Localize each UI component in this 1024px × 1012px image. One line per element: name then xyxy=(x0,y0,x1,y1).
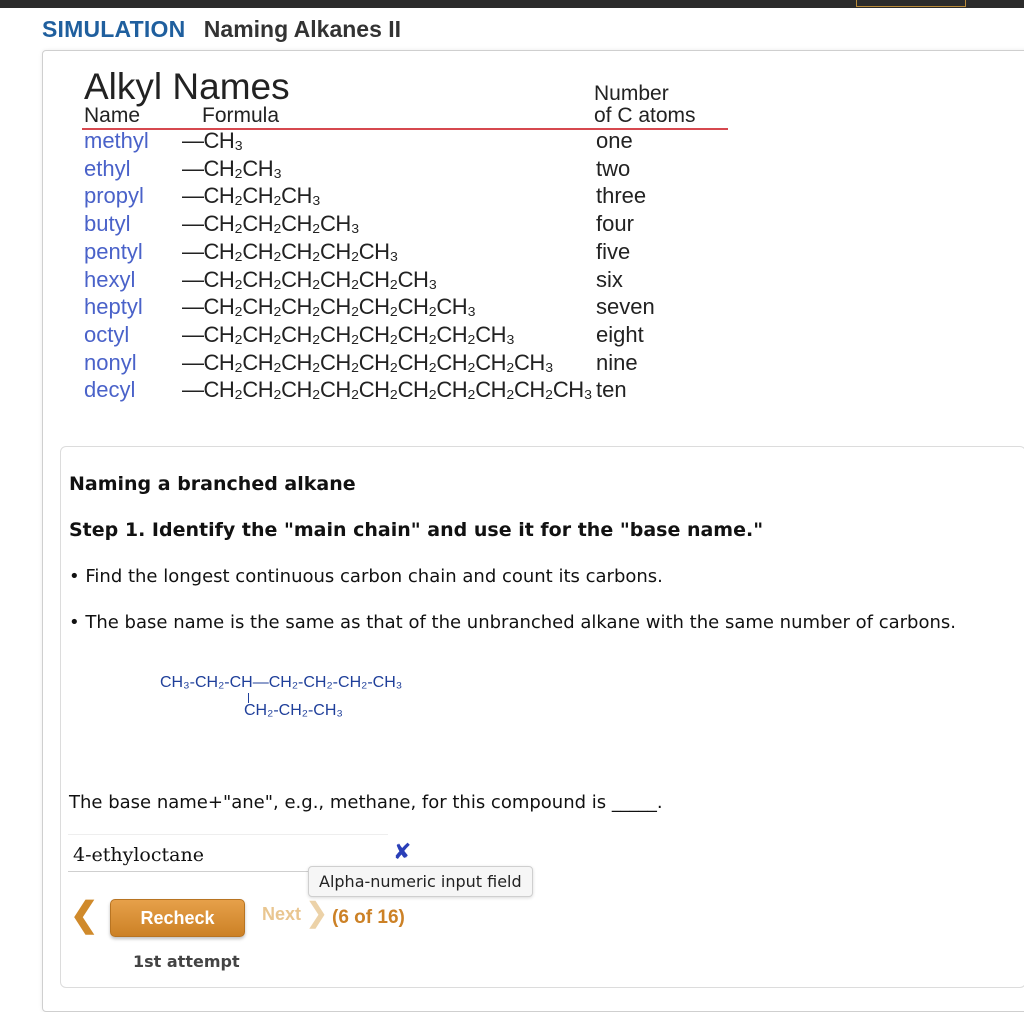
carbon-count: three xyxy=(596,183,647,209)
alkyl-table-title: Alkyl Names xyxy=(84,66,290,107)
structure-branch: CH₂-CH₂-CH₃ xyxy=(244,702,343,719)
alkyl-formula: —CH₂CH₂CH₂CH₂CH₂CH₂CH₂CH₂CH₂CH₃ xyxy=(182,377,593,403)
alkyl-names-table: Alkyl Names Name Formula Number of C ato… xyxy=(82,66,742,410)
alkyl-name: butyl xyxy=(84,211,131,237)
carbon-count: five xyxy=(596,238,631,264)
top-bar xyxy=(0,0,1024,8)
carbon-count: six xyxy=(596,266,623,292)
bullet-dot: • xyxy=(69,612,80,633)
alkyl-formula: —CH₃ xyxy=(182,128,243,153)
alkyl-name: propyl xyxy=(84,183,144,209)
alkyl-row: pentyl —CH₂CH₂CH₂CH₂CH₃ five xyxy=(82,239,742,267)
alkyl-formula: —CH₂CH₂CH₂CH₃ xyxy=(182,211,360,237)
structure-main-chain: CH₃-CH₂-CH—CH₂-CH₂-CH₂-CH₃ xyxy=(160,674,403,691)
next-chevron-icon[interactable]: ❯ xyxy=(305,896,328,929)
alkyl-formula: —CH₂CH₂CH₂CH₂CH₂CH₂CH₂CH₂CH₃ xyxy=(182,349,554,375)
alkyl-row: octyl —CH₂CH₂CH₂CH₂CH₂CH₂CH₂CH₃ eight xyxy=(82,322,742,350)
alkyl-formula: —CH₂CH₂CH₂CH₂CH₂CH₂CH₃ xyxy=(182,294,476,320)
alkyl-formula: —CH₂CH₂CH₃ xyxy=(182,183,321,209)
alkyl-formula: —CH₂CH₂CH₂CH₂CH₃ xyxy=(182,238,399,264)
bullet-2-text: The base name is the same as that of the… xyxy=(85,612,957,633)
alkyl-row: ethyl —CH₂CH₃ two xyxy=(82,156,742,184)
alkyl-formula: —CH₂CH₃ xyxy=(182,155,282,181)
next-button[interactable]: Next xyxy=(262,904,301,925)
alkyl-name: nonyl xyxy=(84,349,137,375)
carbon-count: ten xyxy=(596,377,627,403)
question-text: The base name+"ane", e.g., methane, for … xyxy=(69,792,663,813)
bullet-2: • The base name is the same as that of t… xyxy=(69,612,956,633)
incorrect-x-icon: ✘ xyxy=(393,840,412,865)
carbon-count: eight xyxy=(596,321,644,347)
alkyl-name: heptyl xyxy=(84,294,143,320)
carbon-count: two xyxy=(596,155,631,181)
alkyl-row: hexyl —CH₂CH₂CH₂CH₂CH₂CH₃ six xyxy=(82,267,742,295)
input-tooltip: Alpha-numeric input field xyxy=(308,866,533,897)
alkyl-name: methyl xyxy=(84,128,149,153)
carbon-count: one xyxy=(596,128,633,153)
carbon-count: four xyxy=(596,211,634,237)
simulation-label: SIMULATION xyxy=(42,16,186,42)
page-title: Naming Alkanes II xyxy=(203,16,402,42)
progress-count: (6 of 16) xyxy=(332,907,405,928)
carbon-count: seven xyxy=(596,294,655,320)
references-tab[interactable] xyxy=(856,0,966,7)
col-header-count-2: of C atoms xyxy=(594,104,696,127)
bullet-dot: • xyxy=(69,566,80,587)
alkyl-formula: —CH₂CH₂CH₂CH₂CH₂CH₃ xyxy=(182,266,437,292)
alkyl-row: nonyl —CH₂CH₂CH₂CH₂CH₂CH₂CH₂CH₂CH₃ nine xyxy=(82,350,742,378)
alkyl-row: heptyl —CH₂CH₂CH₂CH₂CH₂CH₂CH₃ seven xyxy=(82,294,742,322)
attempt-label: 1st attempt xyxy=(133,952,240,971)
alkyl-name: decyl xyxy=(84,377,136,403)
carbon-count: nine xyxy=(596,349,638,375)
alkyl-name: octyl xyxy=(84,321,130,347)
alkyl-name: ethyl xyxy=(84,155,131,181)
previous-chevron-icon[interactable]: ❮ xyxy=(70,895,99,935)
bullet-1: • Find the longest continuous carbon cha… xyxy=(69,566,663,587)
step1-text: Step 1. Identify the "main chain" and us… xyxy=(69,519,764,541)
step-heading: Naming a branched alkane xyxy=(69,473,356,495)
alkyl-row: decyl —CH₂CH₂CH₂CH₂CH₂CH₂CH₂CH₂CH₂CH₃ ten xyxy=(82,377,742,405)
col-header-formula: Formula xyxy=(202,104,280,127)
alkyl-name: pentyl xyxy=(84,238,143,264)
alkyl-row: butyl —CH₂CH₂CH₂CH₃ four xyxy=(82,211,742,239)
recheck-button[interactable]: Recheck xyxy=(110,899,245,937)
alkyl-name: hexyl xyxy=(84,266,136,292)
bullet-1-text: Find the longest continuous carbon chain… xyxy=(85,566,663,587)
page-header: SIMULATION Naming Alkanes II xyxy=(42,16,401,43)
col-header-count-1: Number xyxy=(594,82,669,105)
alkyl-formula: —CH₂CH₂CH₂CH₂CH₂CH₂CH₂CH₃ xyxy=(182,321,515,347)
col-header-name: Name xyxy=(84,104,141,127)
alkyl-row: methyl —CH₃ one xyxy=(82,128,742,156)
alkyl-row: propyl —CH₂CH₂CH₃ three xyxy=(82,183,742,211)
